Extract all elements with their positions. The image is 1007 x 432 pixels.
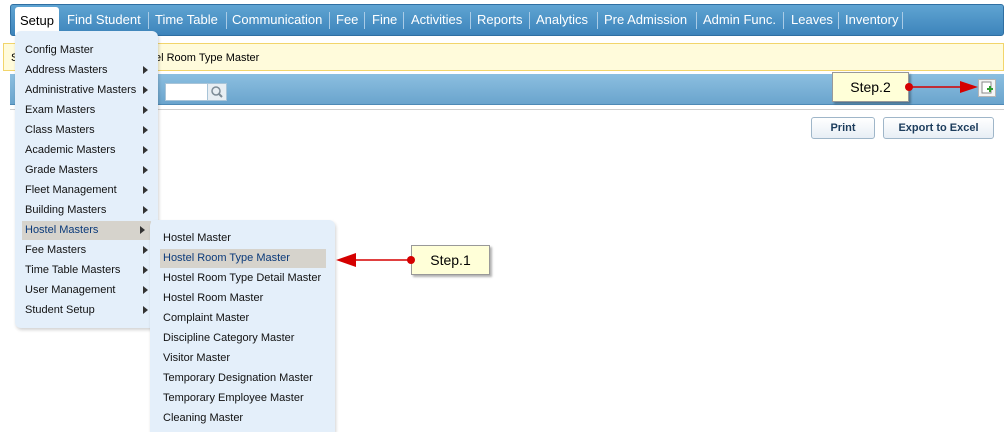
nav-item-communication[interactable]: Communication — [232, 12, 322, 27]
menu-item-exam-masters[interactable]: Exam Masters — [25, 101, 154, 120]
nav-separator — [226, 12, 227, 29]
menu-item-label: Academic Masters — [25, 144, 116, 156]
menu-item-student-setup[interactable]: Student Setup — [25, 301, 154, 320]
menu-item-address-masters[interactable]: Address Masters — [25, 61, 154, 80]
submenu-item-hostel-room-type-detail-master[interactable]: Hostel Room Type Detail Master — [163, 269, 321, 288]
submenu-item-hostel-room-master[interactable]: Hostel Room Master — [163, 289, 263, 308]
submenu-arrow-icon — [143, 286, 148, 294]
submenu-item-temporary-designation-master[interactable]: Temporary Designation Master — [163, 369, 313, 388]
menu-item-label: Fleet Management — [25, 184, 117, 196]
setup-dropdown-menu: Config Master Address Masters Administra… — [15, 31, 158, 328]
nav-item-admin-func[interactable]: Admin Func. — [703, 12, 776, 27]
submenu-item-complaint-master[interactable]: Complaint Master — [163, 309, 249, 328]
search-button[interactable] — [207, 83, 227, 101]
submenu-arrow-icon — [143, 166, 148, 174]
submenu-arrow-icon — [143, 186, 148, 194]
menu-item-label: Building Masters — [25, 204, 107, 216]
breadcrumb-text: el Room Type Master — [155, 52, 260, 64]
submenu-item-hostel-room-type-master[interactable]: Hostel Room Type Master — [160, 249, 326, 268]
nav-separator — [364, 12, 365, 29]
nav-separator — [148, 12, 149, 29]
content-divider — [10, 109, 1004, 110]
menu-item-fleet-management[interactable]: Fleet Management — [25, 181, 154, 200]
nav-item-reports[interactable]: Reports — [477, 12, 523, 27]
menu-item-fee-masters[interactable]: Fee Masters — [25, 241, 154, 260]
nav-item-leaves[interactable]: Leaves — [791, 12, 833, 27]
menu-item-grade-masters[interactable]: Grade Masters — [25, 161, 154, 180]
nav-separator — [838, 12, 839, 29]
nav-separator — [529, 12, 530, 29]
export-to-excel-button[interactable]: Export to Excel — [883, 117, 994, 139]
submenu-arrow-icon — [143, 66, 148, 74]
submenu-arrow-icon — [143, 306, 148, 314]
submenu-arrow-icon — [143, 126, 148, 134]
hostel-masters-submenu: Hostel Master Hostel Room Type Master Ho… — [150, 220, 335, 432]
menu-item-label: Class Masters — [25, 124, 95, 136]
step-1-arrow — [336, 253, 415, 267]
menu-item-academic-masters[interactable]: Academic Masters — [25, 141, 154, 160]
add-record-button[interactable] — [978, 79, 996, 97]
submenu-arrow-icon — [143, 266, 148, 274]
add-record-icon — [981, 81, 993, 94]
menu-item-label: Student Setup — [25, 304, 95, 316]
menu-item-label: Administrative Masters — [25, 84, 137, 96]
step-2-callout: Step.2 — [832, 72, 909, 102]
menu-item-class-masters[interactable]: Class Masters — [25, 121, 154, 140]
nav-item-time-table[interactable]: Time Table — [155, 12, 218, 27]
nav-separator — [783, 12, 784, 29]
submenu-arrow-icon — [143, 86, 148, 94]
menu-item-label: Time Table Masters — [25, 264, 121, 276]
submenu-arrow-icon — [143, 106, 148, 114]
nav-separator — [470, 12, 471, 29]
print-button[interactable]: Print — [811, 117, 875, 139]
submenu-item-discipline-category-master[interactable]: Discipline Category Master — [163, 329, 294, 348]
submenu-arrow-icon — [143, 246, 148, 254]
menu-item-user-management[interactable]: User Management — [25, 281, 154, 300]
nav-item-analytics[interactable]: Analytics — [536, 12, 588, 27]
submenu-arrow-icon — [140, 226, 145, 234]
submenu-item-visitor-master[interactable]: Visitor Master — [163, 349, 230, 368]
nav-item-find-student[interactable]: Find Student — [67, 12, 141, 27]
submenu-item-temporary-employee-master[interactable]: Temporary Employee Master — [163, 389, 304, 408]
main-navigation-bar: Setup Find Student Time Table Communicat… — [10, 4, 1004, 36]
menu-item-time-table-masters[interactable]: Time Table Masters — [25, 261, 154, 280]
menu-item-label: Exam Masters — [25, 104, 96, 116]
nav-item-inventory[interactable]: Inventory — [845, 12, 898, 27]
menu-item-config-master[interactable]: Config Master — [25, 41, 154, 60]
menu-item-label: Hostel Masters — [25, 224, 99, 236]
nav-item-pre-admission[interactable]: Pre Admission — [604, 12, 687, 27]
search-input[interactable] — [165, 83, 209, 101]
submenu-item-cleaning-master[interactable]: Cleaning Master — [163, 409, 243, 428]
step-1-callout: Step.1 — [411, 245, 490, 275]
nav-item-activities[interactable]: Activities — [411, 12, 462, 27]
nav-separator — [902, 12, 903, 29]
menu-item-label: Fee Masters — [25, 244, 87, 256]
menu-item-hostel-masters[interactable]: Hostel Masters — [22, 221, 151, 240]
submenu-item-hostel-master[interactable]: Hostel Master — [163, 229, 231, 248]
menu-item-label: Grade Masters — [25, 164, 98, 176]
submenu-arrow-icon — [143, 146, 148, 154]
nav-separator — [696, 12, 697, 29]
menu-item-label: User Management — [25, 284, 116, 296]
menu-item-building-masters[interactable]: Building Masters — [25, 201, 154, 220]
nav-separator — [597, 12, 598, 29]
menu-item-label: Config Master — [25, 44, 94, 56]
menu-item-label: Address Masters — [25, 64, 108, 76]
submenu-arrow-icon — [143, 206, 148, 214]
nav-separator — [329, 12, 330, 29]
nav-separator — [403, 12, 404, 29]
menu-item-administrative-masters[interactable]: Administrative Masters — [25, 81, 154, 100]
nav-item-fee[interactable]: Fee — [336, 12, 358, 27]
magnifier-icon — [211, 86, 223, 98]
nav-item-fine[interactable]: Fine — [372, 12, 397, 27]
